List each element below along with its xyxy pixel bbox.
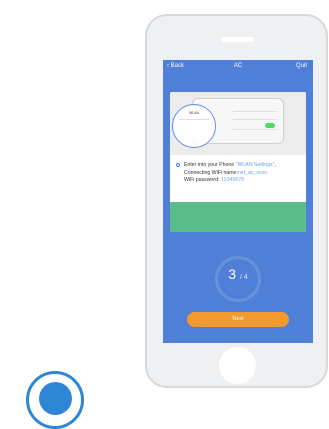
- top-bar: ‹ Back AC Quit: [163, 60, 313, 74]
- wifi-password-value: 12345678: [220, 177, 245, 183]
- app-screen: ‹ Back AC Quit WLAN Enter into your Phon…: [163, 60, 313, 343]
- wifi-password-label: WiFi password:: [184, 177, 220, 183]
- instruction-text: Enter into your Phone: [184, 162, 236, 168]
- wifi-name-value: net_ac_xxxx,: [237, 169, 269, 176]
- instruction-line-1: Enter into your Phone "WLAN Settings",: [176, 162, 302, 170]
- instruction-line-2: Connecting WiFi name:net_ac_xxxx,: [176, 170, 302, 178]
- instruction-card: WLAN Enter into your Phone "WLAN Setting…: [170, 92, 306, 232]
- illustration-row: [233, 129, 277, 130]
- bullet-icon: [176, 163, 180, 167]
- quit-button[interactable]: Quit: [296, 63, 307, 69]
- card-footer-band: [170, 202, 306, 232]
- instructions-text: Enter into your Phone "WLAN Settings", C…: [176, 162, 302, 185]
- current-step: 3: [228, 266, 237, 282]
- wlan-label: WLAN: [188, 111, 200, 115]
- wlan-settings-link: "WLAN Settings": [235, 162, 275, 168]
- phone-speaker: [221, 37, 254, 42]
- illustration-row: [233, 119, 277, 120]
- illustration-divider: [179, 119, 209, 120]
- instruction-punctuation: ,: [274, 162, 276, 168]
- wlan-illustration: WLAN: [170, 92, 306, 155]
- wifi-toggle-icon: [265, 123, 275, 128]
- logo-inner-circle: [39, 382, 72, 415]
- step-counter: 3 / 4: [163, 266, 313, 282]
- total-steps: / 4: [239, 274, 248, 281]
- wifi-name-label: Connecting WiFi name:: [184, 169, 238, 176]
- illustration-row: [233, 111, 277, 112]
- next-button[interactable]: Next: [187, 312, 289, 327]
- magnifier-circle: WLAN: [172, 104, 216, 148]
- phone-mockup: ‹ Back AC Quit WLAN Enter into your Phon…: [145, 14, 328, 388]
- home-button[interactable]: [219, 347, 256, 384]
- page-title: AC: [233, 63, 243, 69]
- brand-logo-icon: [26, 371, 84, 429]
- instruction-line-3: WiFi password: 12345678: [176, 177, 302, 185]
